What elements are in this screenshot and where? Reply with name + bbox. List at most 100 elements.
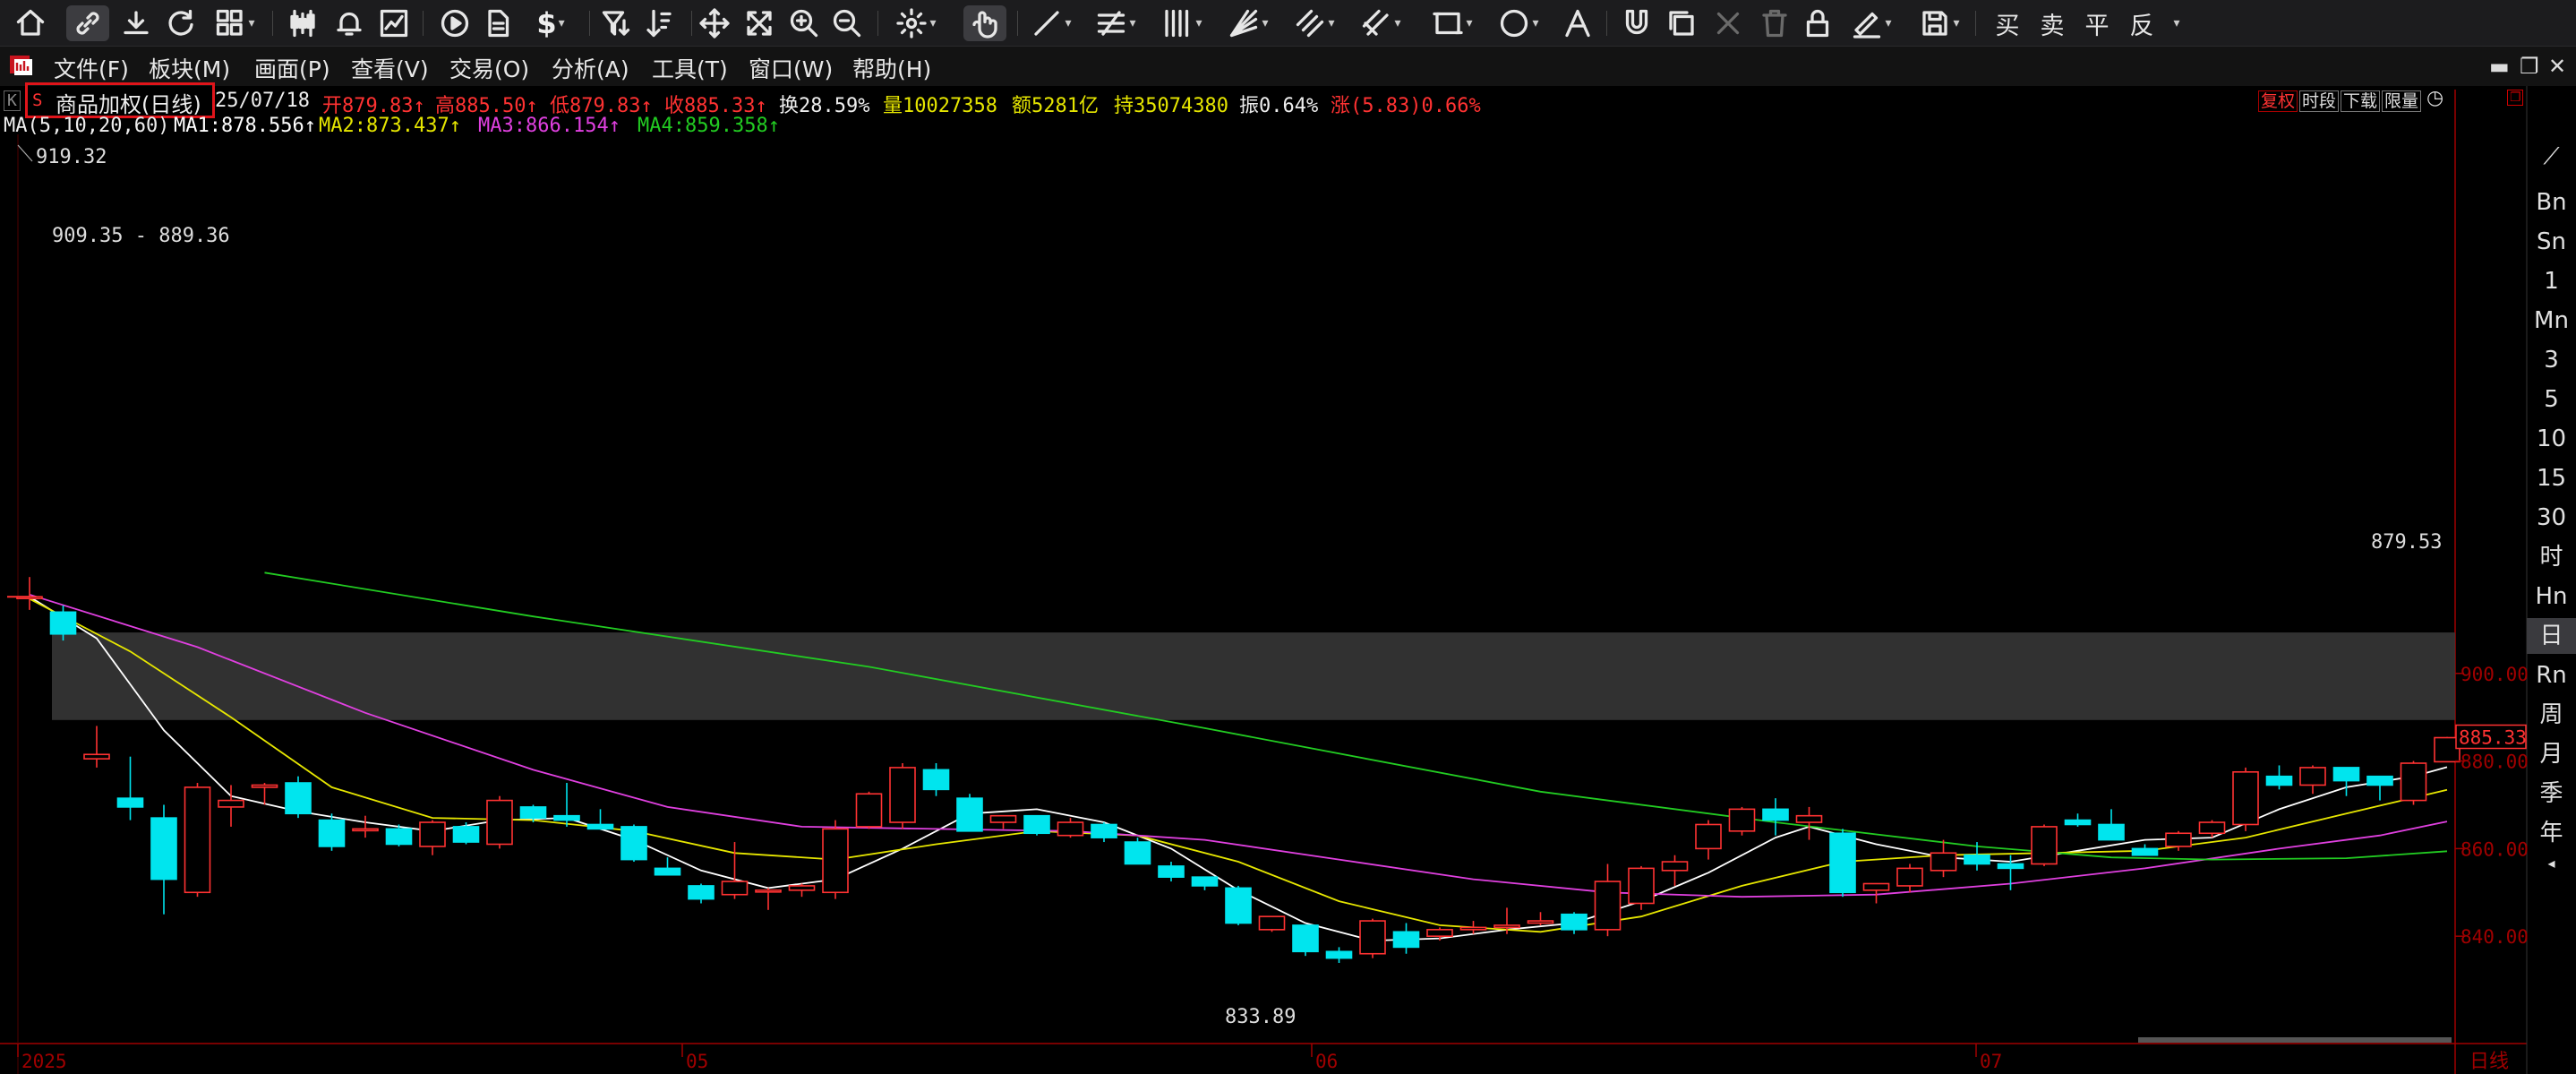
period-16[interactable]: 年 (2527, 815, 2576, 851)
period-collapse-icon[interactable]: ◂ (2527, 855, 2576, 872)
candle-up (721, 881, 749, 896)
peak-pointer (17, 144, 33, 162)
trendline-tool-icon[interactable]: ⟋ (2527, 143, 2576, 171)
session-button[interactable]: 时段 (2299, 90, 2340, 112)
candle-down (1964, 854, 1990, 865)
candle-down (1292, 924, 1319, 953)
price-zone-rect (52, 632, 2455, 720)
candle-up (1628, 867, 1655, 905)
candle-up (1896, 867, 1923, 887)
period-1[interactable]: Sn (2527, 224, 2576, 260)
download-data-button[interactable]: 下载 (2341, 90, 2381, 112)
ma3-value: MA3:866.154↑ (478, 115, 620, 137)
candle-up (419, 821, 446, 847)
candle-down (519, 806, 547, 819)
candle-down (116, 797, 144, 808)
zone-range-label: 909.35 - 889.36 (52, 225, 230, 247)
price-tick-label: 860.00 (2460, 838, 2529, 860)
candlestick-chart[interactable]: 900.00 880.00 860.00 840.00 885.33 2025 05 06 07… (0, 0, 2576, 1074)
candle-up (755, 889, 782, 893)
candle-up (2198, 821, 2226, 835)
volume: 量10027358 (883, 95, 997, 117)
candle-down (1392, 931, 1420, 949)
candle-up (1359, 920, 1386, 955)
candle-down (285, 782, 312, 815)
candle-down (654, 867, 681, 876)
candle-up (352, 828, 379, 832)
candle-up (2031, 826, 2058, 865)
peak-price-label: 919.32 (36, 146, 107, 168)
candle-down (586, 823, 614, 830)
period-4[interactable]: 3 (2527, 342, 2576, 378)
k-mark: K (4, 90, 21, 111)
candle-up (855, 793, 883, 828)
ma1-value: MA1:878.556↑ (174, 115, 316, 137)
candle-up (1661, 861, 1689, 872)
candle-down (2332, 767, 2360, 782)
candle-down (452, 826, 480, 843)
candle-down (1997, 863, 2024, 870)
candle-down (1023, 814, 1050, 835)
candle-down (1325, 950, 1353, 959)
candle-down (1762, 808, 1789, 821)
candle-up (1862, 882, 1890, 891)
candle-down (1091, 823, 1117, 838)
candle-down (922, 769, 950, 791)
adjust-rights-button[interactable]: 复权 (2258, 90, 2298, 112)
period-11[interactable]: 日 (2527, 618, 2576, 654)
candle-down (688, 885, 715, 900)
candle-down (956, 797, 983, 832)
candle-up (889, 767, 916, 823)
period-13[interactable]: 周 (2527, 697, 2576, 733)
period-5[interactable]: 5 (2527, 382, 2576, 417)
candle-up (83, 753, 110, 760)
period-14[interactable]: 月 (2527, 736, 2576, 772)
period-6[interactable]: 10 (2527, 421, 2576, 457)
period-9[interactable]: 时 (2527, 539, 2576, 575)
date-tick-label: 07 (1980, 1051, 2002, 1072)
period-3[interactable]: Mn (2527, 303, 2576, 339)
period-7[interactable]: 15 (2527, 460, 2576, 496)
ma2-value: MA2:873.437↑ (319, 115, 461, 137)
limit-button[interactable]: 限量 (2382, 90, 2422, 112)
low-price-label: 833.89 (1225, 1006, 1296, 1028)
candle-down (2265, 775, 2293, 786)
date-tick-label: 2025 (21, 1051, 67, 1072)
candle-down (49, 611, 77, 635)
candle-down (2098, 823, 2125, 841)
price-tick-label: 880.00 (2460, 752, 2529, 773)
last-ma-label: 879.53 (2371, 531, 2442, 554)
period-2[interactable]: 1 (2527, 263, 2576, 299)
period-0[interactable]: Bn (2527, 185, 2576, 220)
candle-up (1930, 852, 1957, 872)
candle-down (1225, 887, 1252, 924)
clock-icon[interactable]: ◷ (2425, 89, 2445, 110)
candle-down (2064, 819, 2092, 826)
turnover-rate: 换28.59% (779, 95, 870, 117)
period-15[interactable]: 季 (2527, 776, 2576, 812)
panel-restore-icon[interactable]: ❐ (2507, 90, 2523, 106)
candle-down (150, 817, 177, 881)
candle-up (2165, 832, 2192, 847)
candle-up (2232, 770, 2259, 826)
candle-up (251, 784, 278, 788)
candle-up (1493, 924, 1520, 929)
period-12[interactable]: Rn (2527, 657, 2576, 693)
candle-down (553, 814, 580, 821)
price-change: 涨(5.83)0.66% (1331, 95, 1481, 117)
candle-down (2131, 847, 2159, 856)
candle-down (2366, 775, 2393, 786)
date-tick-label: 06 (1315, 1051, 1338, 1072)
candle-up (1594, 881, 1622, 931)
candle-down (1158, 865, 1185, 878)
candle-up (1258, 915, 1286, 931)
ma-params: MA(5,10,20,60) (4, 115, 170, 137)
candle-down (318, 819, 346, 847)
date-tick-label: 05 (686, 1051, 708, 1072)
instrument-title[interactable]: 商品加权(日线) (56, 87, 201, 118)
period-8[interactable]: 30 (2527, 500, 2576, 536)
period-10[interactable]: Hn (2527, 579, 2576, 614)
candle-up (1527, 920, 1554, 924)
candle-down (1124, 841, 1151, 865)
current-price-label: 885.33 (2459, 727, 2527, 749)
